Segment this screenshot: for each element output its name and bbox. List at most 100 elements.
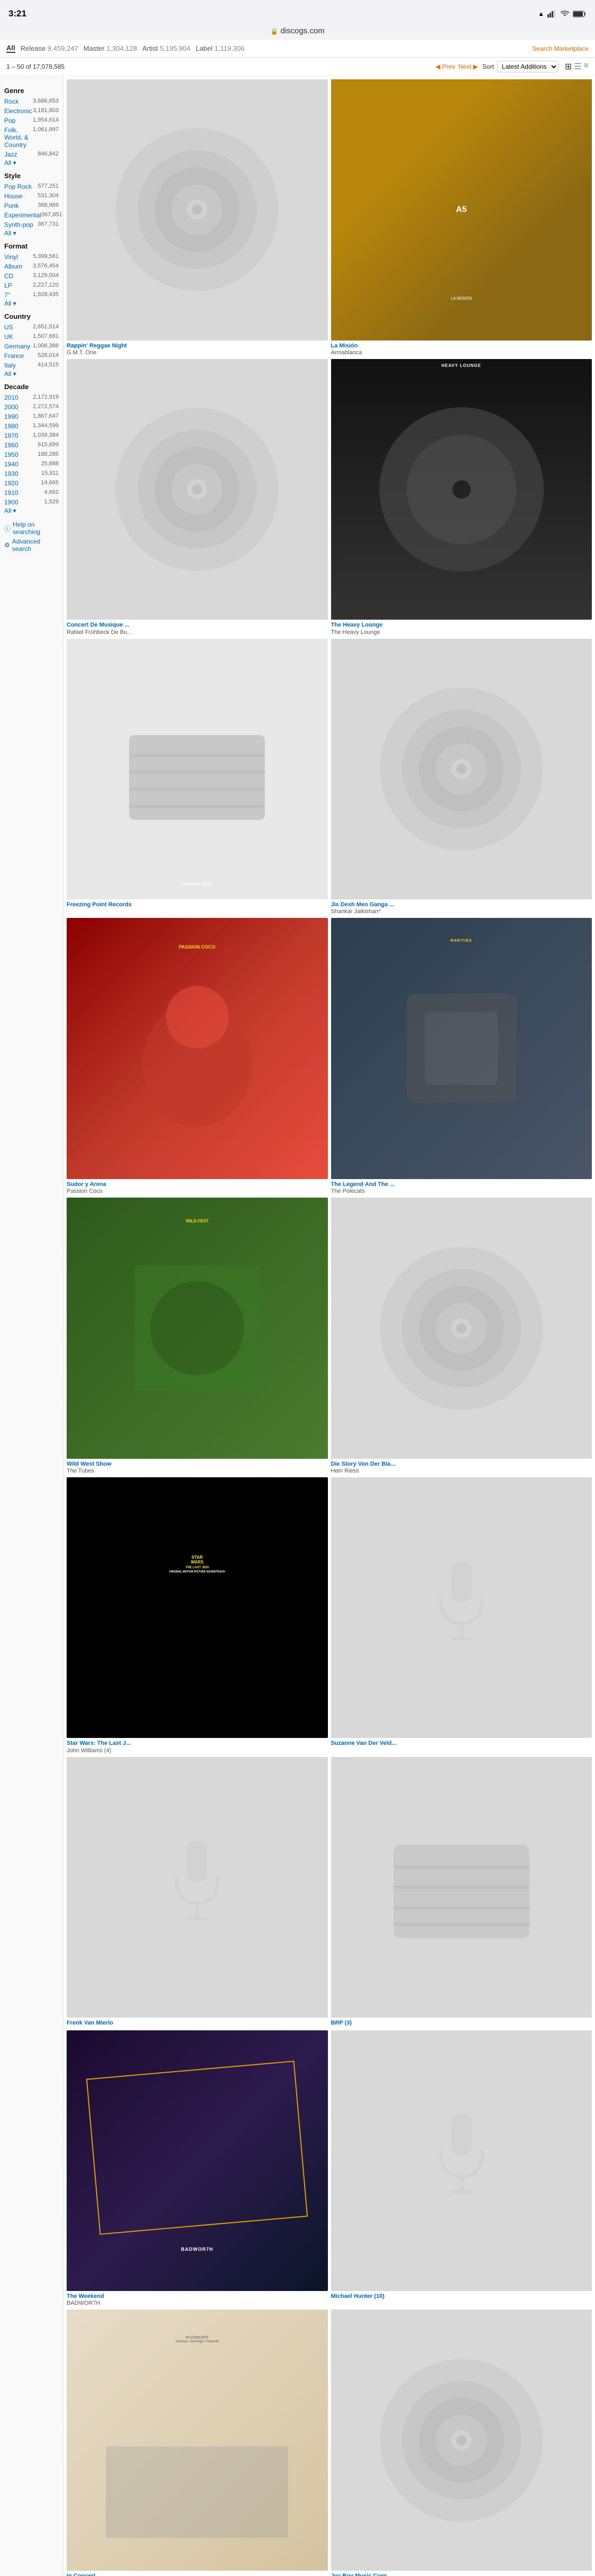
sort-label: Sort xyxy=(482,63,494,70)
detail-view-icon[interactable]: ≡ xyxy=(584,61,589,72)
album-cover xyxy=(331,1198,592,1459)
item-title: Joy Boy Music Corp. xyxy=(331,2572,592,2576)
sidebar-item-1980[interactable]: 1980 1,344,599 xyxy=(4,421,59,431)
list-item[interactable]: Suzanne Van Der Veld... xyxy=(331,1477,592,1754)
tab-all[interactable]: All xyxy=(6,44,15,53)
list-item[interactable]: Jis Desh Men Ganga ... Shankar Jaikishan… xyxy=(331,639,592,915)
album-cover xyxy=(331,639,592,900)
sidebar-item-vinyl[interactable]: Vinyl 5,399,581 xyxy=(4,252,59,262)
country-all[interactable]: All ▾ xyxy=(4,370,59,378)
album-cover xyxy=(67,359,328,620)
album-cover xyxy=(331,1477,592,1738)
format-title: Format xyxy=(4,242,59,250)
item-title: Rappin' Reggae Night xyxy=(67,342,328,349)
tab-master[interactable]: Master 1,304,128 xyxy=(84,44,137,52)
sidebar-item-1940[interactable]: 1940 25,688 xyxy=(4,459,59,469)
sidebar-item-1920[interactable]: 1920 14,665 xyxy=(4,479,59,488)
list-item[interactable]: Joy Boy Music Corp. xyxy=(331,2310,592,2576)
marketplace-button[interactable]: Search Marketplace xyxy=(532,45,589,52)
album-cover: BADWOR7H xyxy=(67,2030,328,2292)
sidebar-item-us[interactable]: US 2,651,514 xyxy=(4,323,59,332)
sidebar-item-1990[interactable]: 1990 1,867,647 xyxy=(4,412,59,421)
genre-all[interactable]: All ▾ xyxy=(4,159,59,167)
album-cover xyxy=(331,1757,592,2018)
sidebar-item-experimental[interactable]: Experimental 367,851 xyxy=(4,210,59,220)
sidebar-item-pop[interactable]: Pop 1,954,614 xyxy=(4,116,59,125)
sidebar-item-2010[interactable]: 2010 2,172,919 xyxy=(4,393,59,402)
tab-label[interactable]: Label 1,119,306 xyxy=(196,44,244,52)
sidebar-item-1960[interactable]: 1960 615,699 xyxy=(4,440,59,450)
list-item[interactable]: STARWARSTHE LAST JEDIORIGINAL MOTION PIC… xyxy=(67,1477,328,1754)
item-title: Concert De Musique ... xyxy=(67,621,328,629)
sort-select[interactable]: Latest Additions xyxy=(497,61,559,72)
style-title: Style xyxy=(4,172,59,180)
album-cover: WILD FEST xyxy=(67,1198,328,1459)
main-layout: Genre Rock 3,686,653 Electronic 3,181,80… xyxy=(0,76,595,2576)
list-item[interactable]: WILD FEST Wild West Show The Tubes xyxy=(67,1198,328,1474)
sidebar-item-album[interactable]: Album 3,576,454 xyxy=(4,262,59,271)
sidebar-item-rock[interactable]: Rock 3,686,653 xyxy=(4,97,59,106)
list-item[interactable]: A5 LA MISION La Misión Armablanca xyxy=(331,79,592,356)
sidebar-item-poprock[interactable]: Pop Rock 577,251 xyxy=(4,182,59,191)
advanced-search-link[interactable]: ⚙ Advanced search xyxy=(4,538,59,553)
list-item[interactable]: Michael Hunter (10) xyxy=(331,2030,592,2307)
country-title: Country xyxy=(4,312,59,320)
signal-icon xyxy=(547,10,557,17)
sidebar-item-1970[interactable]: 1970 1,039,384 xyxy=(4,431,59,440)
prev-button[interactable]: ◀ Prev xyxy=(435,63,455,70)
item-artist: Passion Coco xyxy=(67,1188,328,1194)
album-cover: PASSION COCO xyxy=(67,918,328,1179)
list-item[interactable]: FREEZING POINT Freezing Point Records xyxy=(67,639,328,915)
list-view-icon[interactable]: ☰ xyxy=(574,61,581,72)
battery-icon xyxy=(573,11,587,17)
sidebar-item-lp[interactable]: LP 2,227,120 xyxy=(4,281,59,290)
next-button[interactable]: Next ▶ xyxy=(459,63,478,70)
sidebar-item-folk[interactable]: Folk, World, & Country 1,061,997 xyxy=(4,125,59,150)
decade-all[interactable]: All ▾ xyxy=(4,507,59,514)
sidebar-item-2000[interactable]: 2000 2,272,574 xyxy=(4,402,59,412)
item-artist: Shankar Jaikishan* xyxy=(331,908,592,915)
list-item[interactable]: IN CONCERTCarreras • Domingo • Pavarotti… xyxy=(67,2310,328,2576)
sidebar-item-synthpop[interactable]: Synth-pop 367,731 xyxy=(4,220,59,229)
lock-icon: 🔒 xyxy=(270,27,278,35)
tab-artist[interactable]: Artist 5,195,904 xyxy=(142,44,190,52)
sidebar-item-france[interactable]: France 528,014 xyxy=(4,351,59,361)
sidebar-item-punk[interactable]: Punk 368,969 xyxy=(4,201,59,210)
list-item[interactable]: Rappin' Reggae Night G.M.T. One xyxy=(67,79,328,356)
sidebar-item-cd[interactable]: CD 3,129,004 xyxy=(4,271,59,281)
list-item[interactable]: RARITIES The Legend And The ... The Pole… xyxy=(331,918,592,1194)
sidebar-item-1910[interactable]: 1910 4,662 xyxy=(4,488,59,498)
sidebar-item-germany[interactable]: Germany 1,006,386 xyxy=(4,342,59,351)
sidebar-item-house[interactable]: House 531,304 xyxy=(4,191,59,201)
tab-release[interactable]: Release 9,459,247 xyxy=(21,44,78,52)
status-bar: 3:21 ▲ xyxy=(0,0,595,23)
list-item[interactable]: BADWOR7H The Weekend BADWOR7H xyxy=(67,2030,328,2307)
help-searching-link[interactable]: ⓘ Help on searching xyxy=(4,521,59,536)
sidebar-item-1950[interactable]: 1950 188,285 xyxy=(4,450,59,459)
sidebar-item-7inch[interactable]: 7" 1,928,435 xyxy=(4,290,59,300)
item-artist: The Heavy Lounge xyxy=(331,629,592,636)
item-artist: John Williams (4) xyxy=(67,1747,328,1754)
address-bar[interactable]: 🔒 discogs.com xyxy=(0,23,595,40)
list-item[interactable]: Die Story Von Der Bla... Hein Riess xyxy=(331,1198,592,1474)
list-item[interactable]: BRP (3) xyxy=(331,1757,592,2027)
list-item[interactable]: Frenk Van Mierlo xyxy=(67,1757,328,2027)
sidebar-item-electronic[interactable]: Electronic 3,181,803 xyxy=(4,106,59,116)
item-title: Die Story Von Der Bla... xyxy=(331,1460,592,1468)
album-cover xyxy=(67,79,328,341)
sidebar-help: ⓘ Help on searching ⚙ Advanced search xyxy=(4,521,59,553)
sidebar-item-jazz[interactable]: Jazz 846,842 xyxy=(4,150,59,159)
sidebar-item-1930[interactable]: 1930 15,811 xyxy=(4,469,59,479)
sidebar-item-uk[interactable]: UK 1,507,681 xyxy=(4,332,59,342)
grid-view-icon[interactable]: ⊞ xyxy=(565,61,572,72)
album-cover: IN CONCERTCarreras • Domingo • Pavarotti xyxy=(67,2310,328,2571)
sidebar-item-1900[interactable]: 1900 1,529 xyxy=(4,498,59,507)
list-item[interactable]: Concert De Musique ... Rafael Frühbeck D… xyxy=(67,359,328,636)
list-item[interactable]: PASSION COCO Sudor y Arena Passion Coco xyxy=(67,918,328,1194)
item-artist: Hein Riess xyxy=(331,1468,592,1474)
item-title: BRP (3) xyxy=(331,2019,592,2027)
sidebar-item-italy[interactable]: Italy 414,515 xyxy=(4,361,59,370)
style-all[interactable]: All ▾ xyxy=(4,229,59,237)
list-item[interactable]: HEAVY LOUNGE The Heavy Lounge The Heavy … xyxy=(331,359,592,636)
format-all[interactable]: All ▾ xyxy=(4,300,59,307)
